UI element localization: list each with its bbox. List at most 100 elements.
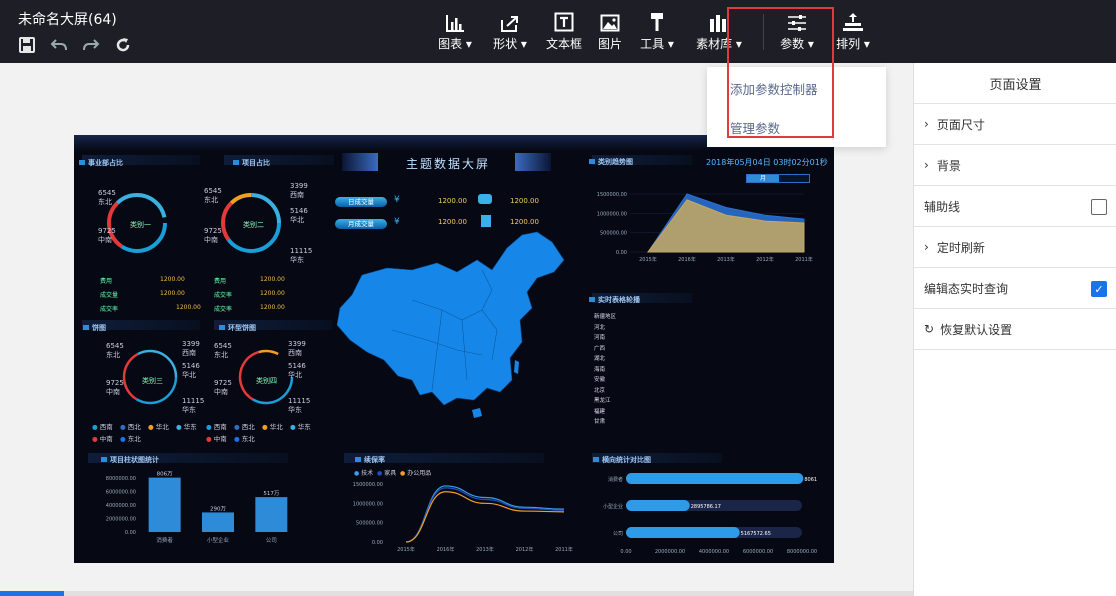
legend-label: 华北	[269, 423, 283, 431]
realtime-table: 新疆地区 河北 河南 广西 湖北 海南 安徽 北京 黑龙江 福建 甘肃	[594, 312, 794, 428]
refresh-icon[interactable]	[113, 35, 133, 55]
donut-2-label-a: 6545 东北	[204, 187, 222, 204]
toolbar-material-button[interactable]: 素材库 ▾	[693, 10, 745, 52]
x-tick-label: 6000000.00	[743, 549, 773, 555]
bar-data-label: 8061433.97	[804, 477, 817, 483]
redo-icon[interactable]	[81, 35, 101, 55]
table-row: 新疆地区	[594, 314, 617, 320]
params-dropdown-menu: 添加参数控制器 管理参数	[707, 67, 886, 147]
panel-title-ring-pie: 环型饼图	[219, 324, 256, 332]
bar-chart-icon	[435, 10, 475, 32]
realtime-query-checkbox[interactable]: ✓	[1091, 281, 1107, 297]
guides-label: 辅助线	[924, 199, 961, 214]
zoom-indicator	[0, 591, 64, 596]
toolbar-image-label: 图片	[597, 37, 622, 51]
donut-3-center: 类别三	[142, 377, 163, 385]
y-tick-label: 1500000.00	[353, 482, 383, 488]
toolbar-material-label: 素材库	[696, 37, 733, 51]
canvas-bottom-bar	[0, 591, 913, 596]
shape-icon	[490, 10, 530, 32]
horizontal-bar-chart: 消费者 8061433.97 小型企业 2895786.17 公司 5167572.65 0…	[603, 473, 817, 555]
period-month[interactable]: 月	[747, 175, 779, 182]
legend-item: ● 中南	[206, 435, 227, 443]
row-background[interactable]: › 背景	[914, 145, 1116, 186]
legend-item: ● 西北	[120, 423, 141, 431]
row-auto-refresh[interactable]: › 定时刷新	[914, 227, 1116, 268]
table-row: 广西	[594, 345, 606, 352]
row-page-size[interactable]: › 页面尺寸	[914, 104, 1116, 145]
x-tick-label: 2000000.00	[655, 549, 685, 555]
undo-icon[interactable]	[49, 35, 69, 55]
legend-label: 华北	[155, 423, 169, 431]
y-tick-label: 消费者	[608, 476, 623, 483]
toolbar-divider	[763, 14, 764, 50]
top-toolbar: 未命名大屏(64) 图表 ▾ 形状 ▾ 文本框 图片 工具 ▾ 素材库 ▾ 参数…	[0, 0, 1116, 63]
document-icon	[481, 215, 491, 227]
y-tick-label: 1000000.00	[597, 211, 627, 217]
panel-title-dept: 事业部占比	[79, 159, 123, 167]
period-toggle[interactable]: 月	[746, 174, 810, 183]
toolbar-tools-button[interactable]: 工具 ▾	[637, 10, 677, 52]
toolbar-arrange-button[interactable]: 排列 ▾	[834, 10, 872, 52]
bar-data-label: 290万	[210, 505, 226, 512]
toolbar-image-button[interactable]: 图片	[597, 10, 623, 52]
save-icon[interactable]	[17, 35, 37, 55]
legend-label: 华东	[297, 423, 311, 431]
page-size-label: 页面尺寸	[936, 117, 985, 132]
donut-3-label-b: 9725 中南	[106, 379, 124, 396]
bar	[626, 500, 690, 511]
legend-item: ● 华东	[176, 423, 197, 431]
table-row: 河北	[594, 324, 606, 331]
toolbar-chart-button[interactable]: 图表 ▾	[435, 10, 475, 52]
toolbar-shape-button[interactable]: 形状 ▾	[490, 10, 530, 52]
donut-3-label-c: 3399 西南	[182, 340, 200, 357]
stat-value: 1200.00	[260, 276, 285, 283]
legend-label: 东北	[241, 435, 255, 443]
toolbar-textbox-button[interactable]: 文本框	[545, 10, 583, 52]
bar-data-label: 806万	[157, 471, 173, 478]
y-tick-label: 2000000.00	[106, 517, 136, 523]
toolbar-params-button[interactable]: 参数 ▾	[777, 10, 817, 52]
stat-label: 成交率	[100, 306, 119, 313]
panel-title-category-trend: 类别趋势图	[589, 158, 633, 166]
legend-item: ● 华东	[290, 423, 311, 431]
bar-data-label: 517万	[263, 490, 279, 497]
y-tick-label: 6000000.00	[106, 490, 136, 496]
y-tick-label: 8000000.00	[106, 476, 136, 482]
legend-item: ● 西南	[206, 423, 227, 431]
manage-params-item[interactable]: 管理参数	[730, 118, 780, 137]
car-icon	[478, 194, 492, 204]
guides-checkbox[interactable]	[1091, 199, 1107, 215]
donut-4-label-c: 3399 西南	[288, 340, 306, 357]
y-tick-label: 0.00	[616, 250, 627, 256]
donut-4-label-a: 6545 东北	[214, 342, 232, 359]
reset-label: 恢复默认设置	[940, 322, 1013, 337]
panel-title-project-bar: 项目柱状图统计	[101, 456, 159, 464]
dashboard-canvas[interactable]: 主题数据大屏 事业部占比 项目占比 类别一 类别二 6545 东北 9725 中…	[74, 135, 834, 563]
kpi-daily-value-2: 1200.00	[510, 197, 539, 205]
y-tick-label: 0.00	[372, 540, 383, 546]
donut-4-center: 类别四	[256, 377, 277, 385]
panel-title-realtime-table: 实时表格轮播	[589, 296, 640, 304]
add-param-controller-item[interactable]: 添加参数控制器	[730, 79, 818, 98]
legend-furniture: 家具	[384, 470, 397, 477]
legend-label: 西北	[241, 423, 255, 431]
table-row: 湖北	[594, 356, 606, 362]
table-row: 黑龙江	[594, 398, 611, 404]
stats-grid: 费用 1200.00 成交量 1200.00 成交率 1200.00 费用 12…	[98, 273, 358, 313]
y-tick-label: 1000000.00	[353, 501, 383, 507]
chevron-down-icon: ▾	[520, 37, 527, 51]
chevron-down-icon: ▾	[735, 37, 742, 51]
chevron-down-icon: ▾	[465, 37, 472, 51]
project-bar-chart: 8000000.00 6000000.00 4000000.00 2000000.00…	[106, 471, 288, 544]
donut-2-label-e: 11115 华东	[290, 247, 313, 264]
stat-value: 1200.00	[260, 304, 285, 311]
bar-data-label: 5167572.65	[741, 531, 771, 537]
dashboard-title: 未命名大屏(64)	[18, 12, 117, 28]
chevron-right-icon: ›	[924, 158, 929, 172]
reset-default-button[interactable]: ↻ 恢复默认设置	[914, 309, 1116, 350]
bar	[148, 477, 181, 532]
ring-legend: ● 西南 ● 西北 ● 华北 ● 华东 ● 中南 ● 东北	[206, 421, 324, 445]
bar-data-label: 2895786.17	[691, 504, 721, 510]
yen-icon: ¥	[394, 217, 400, 227]
